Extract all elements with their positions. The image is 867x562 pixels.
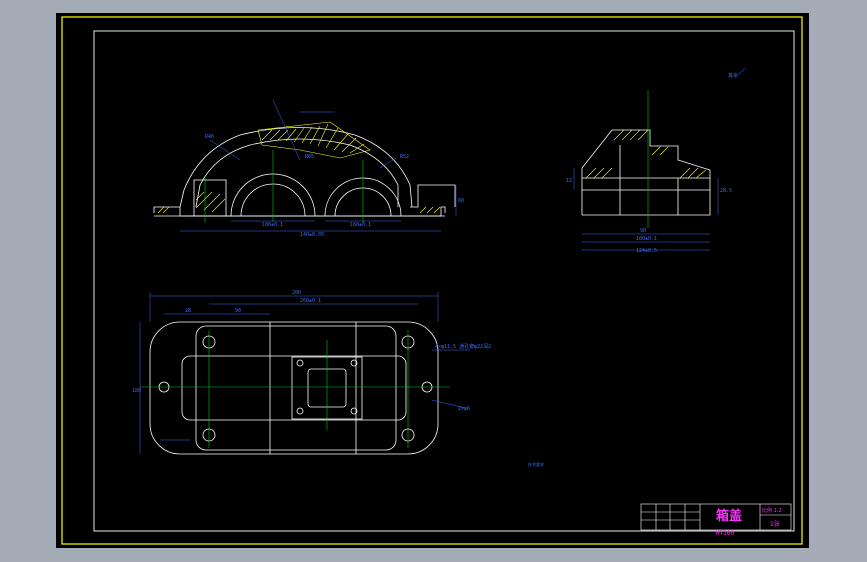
tech-requirements-label: 技术要求 xyxy=(528,461,544,467)
title-scale: 比例 1:2 xyxy=(762,507,782,514)
side-dim-w1: 100±0.1 xyxy=(636,236,657,242)
side-dim-h1: 28.5 xyxy=(720,188,732,194)
side-dim-w2: 124±0.5 xyxy=(636,248,657,254)
top-dim-height: 180 xyxy=(132,388,141,394)
front-dim-bore: R46 xyxy=(205,134,214,140)
top-dim-left: 28 xyxy=(185,308,191,314)
side-dim-top: 90 xyxy=(640,228,646,234)
title-part-name: 箱盖 xyxy=(716,508,742,524)
front-dim-span-left: 180±0.1 xyxy=(262,222,283,228)
top-dim-hole-note: 4×φ11.5 通孔锪φ22深2 xyxy=(435,343,491,350)
top-dim-overall: 280 xyxy=(292,290,301,296)
top-dim-note2: 2×φ6 xyxy=(458,406,470,412)
roughness-symbol: 其余 xyxy=(728,72,738,79)
title-sheet-no: 1张 xyxy=(770,520,780,528)
front-dim-length: 140±0.05 xyxy=(300,232,324,238)
cad-viewport[interactable]: 140±0.05 180±0.1 160±0.1 60 R46 R52 R65 … xyxy=(0,0,867,562)
title-material: HT200 xyxy=(716,530,734,537)
top-dim-mid: 90 xyxy=(235,308,241,314)
side-dim-h2: 12 xyxy=(566,178,572,184)
cad-drawing-canvas[interactable]: 140±0.05 180±0.1 160±0.1 60 R46 R52 R65 … xyxy=(0,0,867,562)
front-dim-bore2: R52 xyxy=(400,154,409,160)
top-dim-inner: 260±0.1 xyxy=(300,298,321,304)
drawing-sheet xyxy=(56,13,809,548)
front-dim-height: 60 xyxy=(458,198,464,204)
front-dim-radius: R65 xyxy=(305,154,314,160)
front-dim-span-right: 160±0.1 xyxy=(350,222,371,228)
